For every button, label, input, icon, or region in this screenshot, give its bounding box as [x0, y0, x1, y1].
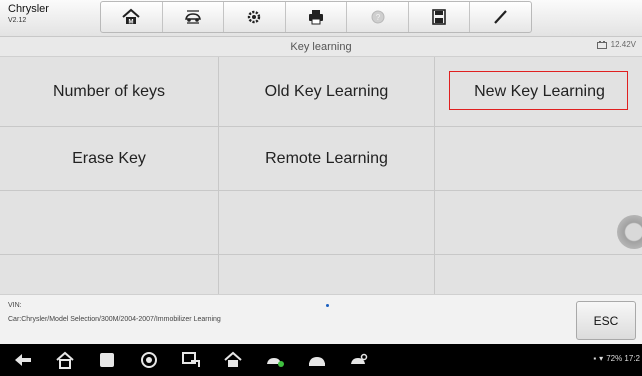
house-icon [56, 351, 74, 369]
edit-button[interactable] [470, 2, 531, 32]
battery-icon [596, 40, 607, 49]
battery-voltage-value: 12.42V [610, 40, 636, 49]
menu-item-empty [435, 255, 642, 297]
vehicle-swap-button[interactable] [163, 2, 225, 32]
menu-item-label: Erase Key [72, 149, 146, 167]
status-area: VIN: Car:Chrysler/Model Selection/300M/2… [0, 294, 642, 344]
page-title: Key learning [290, 41, 352, 53]
menu-item-new-key-learning[interactable]: New Key Learning [435, 57, 642, 126]
browser-button[interactable] [138, 350, 160, 370]
indicator-dot [326, 304, 329, 307]
recent-apps-icon [100, 353, 114, 367]
vehicle-button[interactable] [306, 350, 328, 370]
app-brand: Chrysler V2.12 [8, 3, 49, 25]
menu-item-label: Old Key Learning [264, 82, 389, 100]
vin-label: VIN: [8, 302, 22, 309]
back-icon [15, 354, 31, 366]
chat-icon: ▪ [593, 354, 597, 363]
svg-text:M: M [129, 20, 134, 26]
settings-button[interactable] [224, 2, 286, 32]
system-status: ▪ ▾ 72% 17:2 [593, 354, 640, 363]
menu-item-empty [0, 191, 218, 254]
back-button[interactable] [12, 350, 34, 370]
menu-item-label: Number of keys [52, 82, 166, 100]
vehicle-path: Car:Chrysler/Model Selection/300M/2004-2… [8, 316, 221, 323]
wifi-icon: ▾ [599, 354, 604, 363]
selection-highlight [449, 71, 628, 110]
menu-item-empty [0, 255, 218, 297]
edit-icon [493, 10, 507, 24]
function-menu: Number of keys Old Key Learning New Key … [0, 57, 642, 297]
vehicle-scan-icon [267, 358, 284, 367]
save-button[interactable] [409, 2, 471, 32]
menu-item-old-key-learning[interactable]: Old Key Learning [219, 57, 434, 126]
title-bar: Key learning 12.42V [0, 37, 642, 57]
browser-icon [141, 352, 157, 368]
help-button[interactable]: ? [347, 2, 409, 32]
car-icon [309, 357, 325, 366]
home-icon: M [122, 8, 140, 26]
help-icon: ? [371, 10, 385, 24]
app-version: V2.12 [8, 17, 27, 24]
app-name: Chrysler [8, 3, 49, 15]
menu-item-empty [435, 127, 642, 190]
menu-item-empty [219, 255, 434, 297]
vehicle-scan-button[interactable] [264, 350, 286, 370]
diagnostics-home-button[interactable] [222, 350, 244, 370]
menu-item-empty [435, 191, 642, 254]
system-nav-bar: ▪ ▾ 72% 17:2 [0, 344, 642, 376]
remote-support-button[interactable] [180, 350, 202, 370]
home-nav-button[interactable] [54, 350, 76, 370]
svg-text:?: ? [375, 13, 380, 22]
esc-button[interactable]: ESC [576, 301, 636, 340]
print-icon [309, 10, 324, 25]
recent-apps-button[interactable] [96, 350, 118, 370]
vehicle-settings-button[interactable] [348, 350, 370, 370]
settings-icon [248, 10, 261, 24]
print-button[interactable] [286, 2, 348, 32]
menu-item-empty [219, 191, 434, 254]
menu-item-number-of-keys[interactable]: Number of keys [0, 57, 218, 126]
top-bar: Chrysler V2.12 M ? [0, 0, 642, 37]
menu-item-remote-learning[interactable]: Remote Learning [219, 127, 434, 190]
battery-voltage: 12.42V [596, 40, 636, 49]
save-icon [432, 9, 446, 25]
toolbar: M ? [100, 1, 532, 33]
vehicle-swap-icon [184, 10, 201, 24]
menu-item-label: Remote Learning [265, 149, 388, 167]
system-status-text: 72% 17:2 [606, 354, 640, 363]
remote-support-icon [182, 352, 200, 367]
vehicle-settings-icon [351, 353, 368, 364]
menu-item-erase-key[interactable]: Erase Key [0, 127, 218, 190]
home-button[interactable]: M [101, 2, 163, 32]
diagnostics-home-icon [224, 351, 242, 367]
